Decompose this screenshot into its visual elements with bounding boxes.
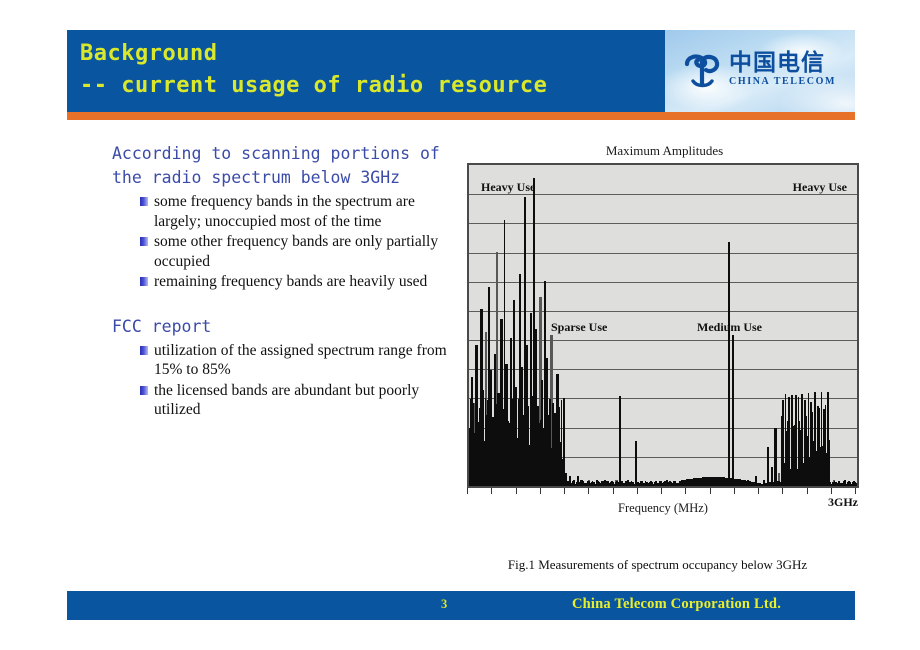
list-item: the licensed bands are abundant but poor… [140, 381, 447, 420]
chart-annotation-heavy-use-left: Heavy Use [481, 180, 536, 194]
spectrum-spike [728, 242, 730, 486]
spectrum-spike [619, 396, 622, 486]
logo-text-block: 中国电信 CHINA TELECOM [729, 49, 837, 88]
logo-sky-panel: 中国电信 CHINA TELECOM [665, 30, 855, 112]
list-item: utilization of the assigned spectrum ran… [140, 341, 447, 380]
x-axis-tick [855, 488, 856, 494]
slide-title-block: Background -- current usage of radio res… [80, 38, 680, 102]
figure-caption: Fig.1 Measurements of spectrum occupancy… [507, 557, 808, 572]
x-axis-tick [831, 488, 832, 494]
chart-x-axis-label: Frequency (MHz) [618, 501, 708, 515]
x-axis-tick [661, 488, 662, 494]
x-axis-tick [685, 488, 686, 494]
spectrum-spike [634, 441, 637, 486]
x-axis-tick [807, 488, 808, 494]
bullet-list-fcc: utilization of the assigned spectrum ran… [112, 341, 447, 420]
spectrum-noise [855, 483, 857, 486]
china-telecom-logo: 中国电信 CHINA TELECOM [681, 48, 836, 90]
spectrum-spike [774, 428, 777, 486]
chart-body: Amplitude (dBm) Heavy Use Heavy Use Spar… [455, 163, 860, 515]
list-item-label: some frequency bands in the spectrum are… [154, 193, 415, 230]
list-item: some frequency bands in the spectrum are… [140, 192, 447, 231]
list-item: some other frequency bands are only part… [140, 232, 447, 271]
bullet-list-scanning: some frequency bands in the spectrum are… [112, 192, 447, 292]
square-bullet-icon [140, 385, 148, 395]
slide-footer-bar: 3 China Telecom Corporation Ltd. [67, 591, 855, 620]
chart-plot-area: Heavy Use Heavy Use Sparse Use Medium Us… [467, 163, 859, 488]
square-bullet-icon [140, 277, 148, 286]
slide-title-line-1: Background [80, 41, 218, 66]
china-telecom-logo-icon [681, 48, 723, 90]
list-item-label: utilization of the assigned spectrum ran… [154, 341, 447, 379]
x-axis-tick [734, 488, 735, 494]
header-accent-stripe [67, 112, 855, 120]
x-axis-tick [782, 488, 783, 494]
square-bullet-icon [140, 197, 148, 206]
spectrum-spike [731, 335, 734, 486]
slide-body-text: According to scanning portions of the ra… [112, 142, 447, 421]
slide-subtitle-line-2: -- current usage of radio resource [80, 73, 548, 98]
spectrum-spike [766, 447, 769, 486]
square-bullet-icon [140, 237, 148, 246]
footer-company-name: China Telecom Corporation Ltd. [572, 596, 782, 612]
chart-annotation-heavy-use-right: Heavy Use [792, 180, 847, 194]
page-number: 3 [441, 597, 448, 611]
spectrum-figure: Maximum Amplitudes Amplitude (dBm) Heavy… [455, 143, 860, 515]
list-item-label: the licensed bands are abundant but poor… [154, 381, 420, 419]
chart-x-axis-ticks [467, 488, 859, 495]
section-heading-fcc-report: FCC report [112, 316, 212, 336]
square-bullet-icon [140, 345, 148, 355]
chart-annotation-medium-use: Medium Use [697, 320, 762, 334]
x-axis-tick [564, 488, 565, 494]
x-axis-tick [588, 488, 589, 494]
x-axis-tick [710, 488, 711, 494]
x-axis-tick [637, 488, 638, 494]
spectrum-noise [563, 398, 565, 486]
spectrum-noise [828, 439, 831, 486]
list-item-label: some other frequency bands are only part… [154, 233, 439, 270]
list-item: remaining frequency bands are heavily us… [140, 272, 447, 292]
x-axis-tick [491, 488, 492, 494]
chart-annotation-sparse-use: Sparse Use [551, 320, 608, 334]
slide-header-bar: Background -- current usage of radio res… [67, 30, 855, 112]
x-axis-tick [758, 488, 759, 494]
logo-english-name: CHINA TELECOM [729, 75, 837, 87]
x-axis-tick [540, 488, 541, 494]
list-item-label: remaining frequency bands are heavily us… [154, 273, 428, 290]
chart-x-max-label: 3GHz [828, 495, 858, 509]
chart-spectrum-series [469, 165, 857, 486]
x-axis-tick [516, 488, 517, 494]
x-axis-tick [613, 488, 614, 494]
logo-chinese-name: 中国电信 [729, 49, 825, 76]
chart-title: Maximum Amplitudes [605, 143, 724, 158]
x-axis-tick [467, 488, 468, 494]
section-heading-scanning: According to scanning portions of the ra… [112, 144, 440, 187]
